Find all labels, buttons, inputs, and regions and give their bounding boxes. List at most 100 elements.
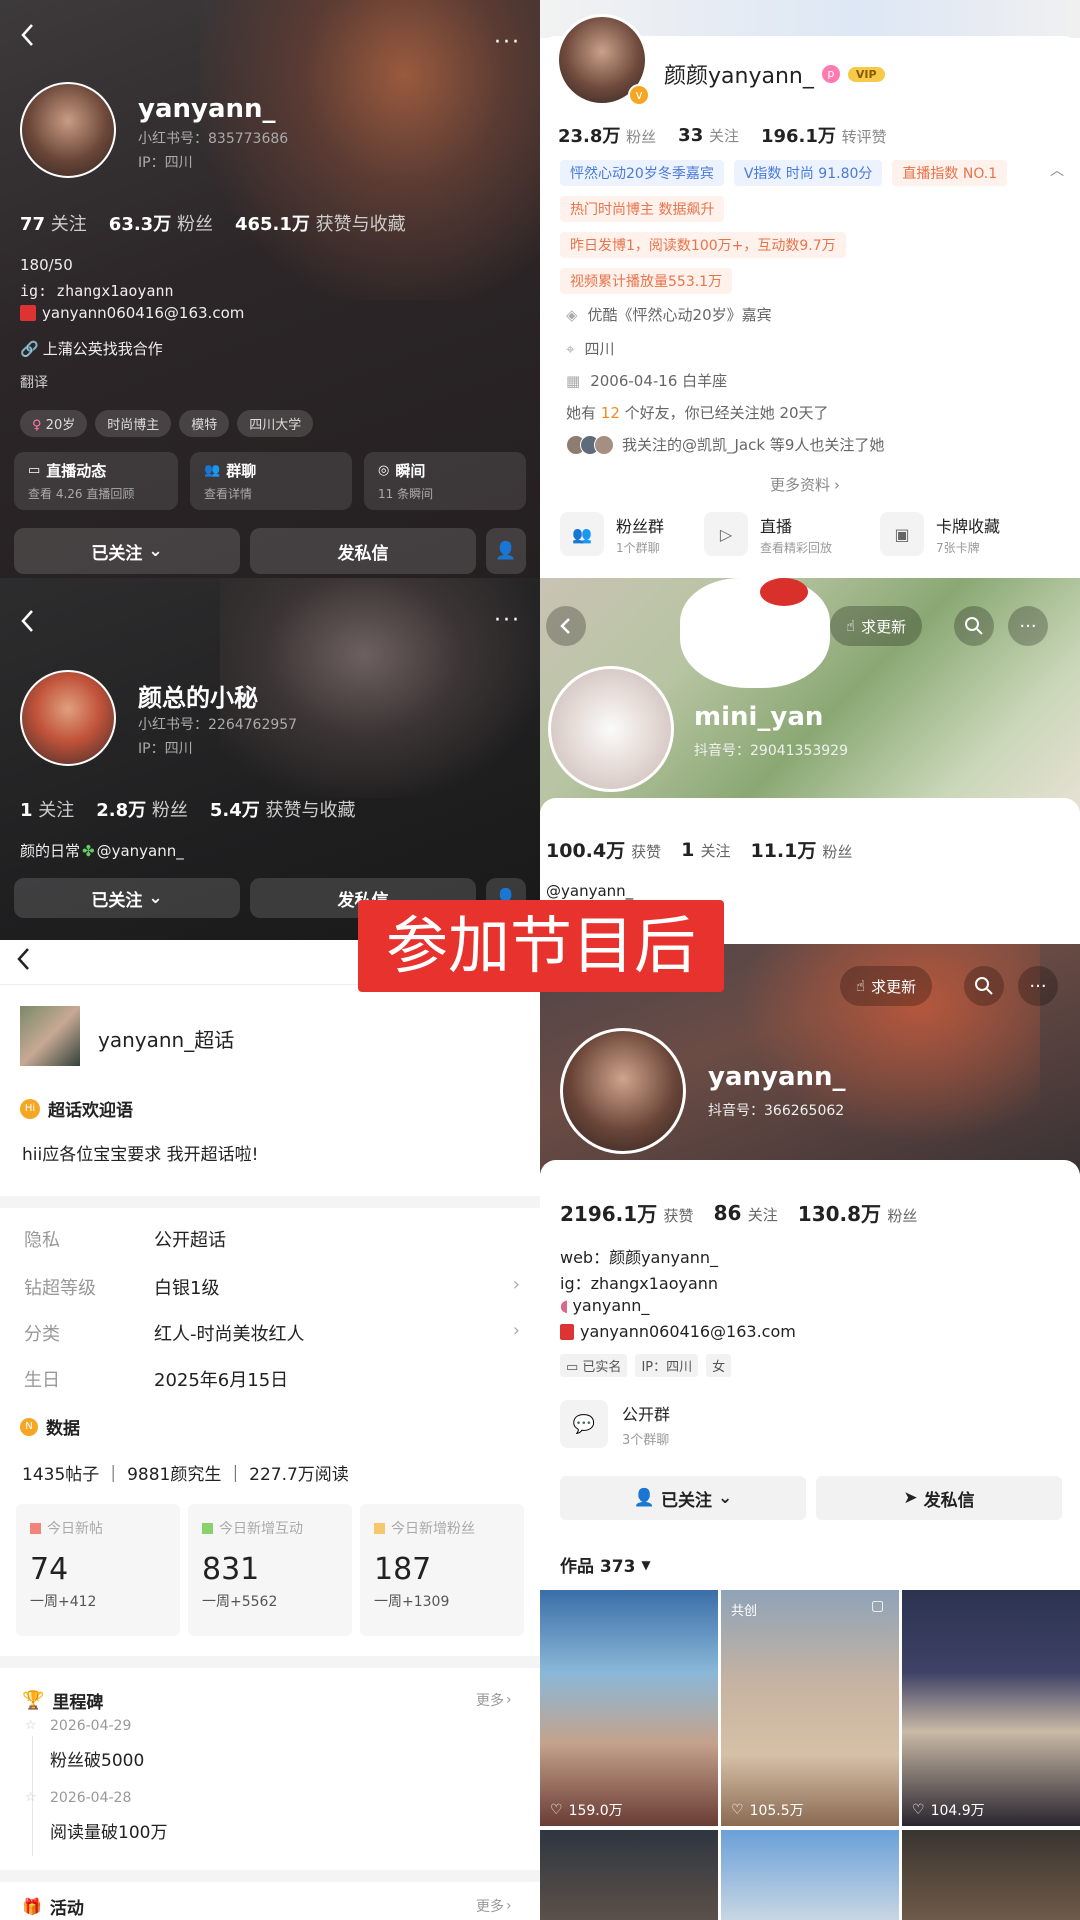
milestone-more-link[interactable]: 更多 › — [476, 1690, 512, 1710]
star-icon: ☆ — [25, 1790, 37, 1805]
weibo-profile-panel: v 颜颜yanyann_ p VIP 23.8万 粉丝 33 关注 196.1万… — [540, 0, 1080, 578]
more-icon[interactable]: ··· — [494, 608, 521, 633]
send-icon: ➤ — [903, 1488, 918, 1508]
stat-fans[interactable]: 11.1万 粉丝 — [750, 836, 852, 863]
tag-guest[interactable]: 怦然心动20岁冬季嘉宾 — [560, 160, 724, 186]
stat-followers[interactable]: 63.3万 粉丝 — [109, 210, 213, 236]
username: yanyann_ — [138, 94, 276, 124]
stats-row: 100.4万 获赞 1 关注 11.1万 粉丝 — [546, 836, 852, 863]
followed-button[interactable]: 已关注 ⌄ — [14, 878, 240, 918]
gift-icon: 🎁 — [22, 1897, 42, 1916]
tag-video[interactable]: 视频累计播放量553.1万 — [560, 268, 733, 294]
message-button[interactable]: ➤ 发私信 — [816, 1476, 1062, 1520]
followed-button[interactable]: 已关注 ⌄ — [14, 528, 240, 574]
bio-mention[interactable]: @yanyann_ — [546, 882, 633, 900]
collapse-icon[interactable]: ︿ — [1050, 160, 1064, 180]
stats-row: 77 关注 63.3万 粉丝 465.1万 获赞与收藏 — [20, 210, 406, 236]
request-update-button[interactable]: ☝ 求更新 — [830, 606, 923, 646]
shield-icon: ◈ — [566, 305, 578, 324]
chevron-down-icon: ⌄ — [148, 888, 163, 908]
more-profile-link[interactable]: 更多资料 › — [770, 474, 840, 495]
tag-yesterday[interactable]: 昨日发博1，阅读数100万+，互动数9.7万 — [560, 232, 846, 258]
overlay-caption: 参加节目后 — [358, 900, 724, 992]
mutual-follow[interactable]: 我关注的@凯凯_Jack 等9人也关注了她 — [566, 434, 884, 455]
video-thumb-5[interactable] — [721, 1830, 899, 1920]
live-icon: ▭ — [28, 463, 41, 478]
back-icon[interactable] — [18, 608, 38, 634]
quick-live[interactable]: ▭ 直播动态 查看 4.26 直播回顾 — [14, 452, 178, 510]
avatar[interactable] — [20, 82, 116, 178]
cooperation-link[interactable]: 🔗 上蒲公英找我合作 — [20, 338, 163, 359]
followed-button[interactable]: 👤 已关注 ⌄ — [560, 1476, 806, 1520]
chat-icon: 💬 — [560, 1400, 608, 1448]
name-row: 颜颜yanyann_ p VIP — [664, 58, 885, 90]
welcome-header: Hi 超话欢迎语 — [20, 1096, 133, 1121]
tag-university: 四川大学 — [237, 410, 314, 437]
stats-row: 23.8万 粉丝 33 关注 196.1万 转评赞 — [558, 122, 887, 148]
stat-followers[interactable]: 2.8万 粉丝 — [96, 796, 188, 822]
quick-moments[interactable]: ◎ 瞬间 11 条瞬间 — [364, 452, 526, 510]
video-thumb-6[interactable] — [902, 1830, 1080, 1920]
stat-likes[interactable]: 2196.1万 获赞 — [560, 1198, 694, 1227]
stat-reposts[interactable]: 196.1万 转评赞 — [761, 122, 887, 148]
tag-live-index[interactable]: 直播指数 NO.1 — [892, 160, 1008, 186]
user-id: 抖音号：366265062 — [708, 1103, 845, 1119]
pin-icon: ▢ — [871, 1598, 885, 1614]
back-button[interactable] — [546, 606, 586, 646]
search-button[interactable] — [964, 966, 1004, 1006]
back-icon[interactable] — [14, 946, 34, 972]
stat-fans[interactable]: 130.8万 粉丝 — [798, 1198, 918, 1227]
info-location: ⌖ 四川 — [566, 339, 615, 359]
more-button[interactable]: ··· — [1018, 966, 1058, 1006]
avatar[interactable] — [548, 666, 674, 792]
search-button[interactable] — [954, 606, 994, 646]
video-thumb-4[interactable] — [540, 1830, 718, 1920]
stat-following[interactable]: 86 关注 — [714, 1201, 778, 1225]
douyin-profile-panel-2: ☝ 求更新 ··· yanyann_ 抖音号：366265062 2196.1万 … — [540, 944, 1080, 1920]
tag-v-index[interactable]: V指数 时尚 91.80分 — [733, 160, 883, 186]
avatar[interactable] — [20, 670, 116, 766]
row-category[interactable]: 分类 红人-时尚美妆红人 › — [24, 1320, 520, 1346]
more-icon[interactable]: ··· — [494, 30, 521, 55]
stats-row: 1 关注 2.8万 粉丝 5.4万 获赞与收藏 — [20, 796, 356, 822]
bio-line-1: web：颜颜yanyann_ — [560, 1248, 719, 1267]
service-live[interactable]: ▷ 直播 查看精彩回放 — [704, 512, 832, 556]
mailbox-icon — [560, 1323, 574, 1340]
link-icon: 🔗 — [20, 339, 39, 358]
stat-following[interactable]: 33 关注 — [678, 125, 739, 146]
service-cards[interactable]: ▣ 卡牌收藏 7张卡牌 — [880, 512, 1000, 556]
stat-following[interactable]: 1 关注 — [20, 796, 74, 822]
data-icon: N — [20, 1417, 38, 1436]
video-thumb-1[interactable]: ♡ 159.0万 — [540, 1590, 718, 1826]
activity-more-link[interactable]: 更多 › — [476, 1896, 512, 1916]
row-level[interactable]: 钻超等级 白银1级 › — [24, 1274, 520, 1300]
video-thumb-3[interactable]: ♡ 104.9万 — [902, 1590, 1080, 1826]
stat-likes[interactable]: 465.1万 获赞与收藏 — [235, 210, 406, 236]
add-friend-button[interactable]: 👤 — [486, 528, 526, 574]
works-tab[interactable]: 作品 373 ▼ — [560, 1552, 651, 1577]
request-update-button[interactable]: ☝ 求更新 — [840, 966, 933, 1006]
bio-mention[interactable]: @yanyann_ — [97, 842, 184, 860]
video-thumb-2[interactable]: 共创 ▢ ♡ 105.5万 — [721, 1590, 899, 1826]
public-group[interactable]: 💬 公开群 3个群聊 — [560, 1400, 670, 1448]
topic-title: yanyann_超话 — [98, 1028, 235, 1052]
quick-group-chat[interactable]: 👥 群聊 查看详情 — [190, 452, 352, 510]
more-button[interactable]: ··· — [1008, 606, 1048, 646]
fan-badge-icon: p — [821, 65, 840, 83]
stat-following[interactable]: 1 关注 — [681, 839, 730, 861]
stat-likes[interactable]: 100.4万 获赞 — [546, 836, 661, 863]
stat-following[interactable]: 77 关注 — [20, 210, 87, 236]
stat-fans[interactable]: 23.8万 粉丝 — [558, 122, 656, 148]
badge-gender: 女 — [706, 1354, 732, 1377]
badge-verified: ▭ 已实名 — [560, 1354, 628, 1377]
message-button[interactable]: 发私信 — [250, 528, 476, 574]
tag-model: 模特 — [179, 410, 230, 437]
translate-button[interactable]: 翻译 — [20, 372, 48, 392]
back-icon[interactable] — [18, 22, 38, 48]
avatar[interactable] — [560, 1028, 686, 1154]
stat-likes[interactable]: 5.4万 获赞与收藏 — [210, 796, 356, 822]
display-name: mini_yan — [694, 702, 824, 732]
tag-row-3: 昨日发博1，阅读数100万+，互动数9.7万 — [560, 232, 856, 258]
service-fan-group[interactable]: 👥 粉丝群 1个群聊 — [560, 512, 664, 556]
tag-hot-blogger[interactable]: 热门时尚博主 数据飙升 — [560, 196, 725, 222]
